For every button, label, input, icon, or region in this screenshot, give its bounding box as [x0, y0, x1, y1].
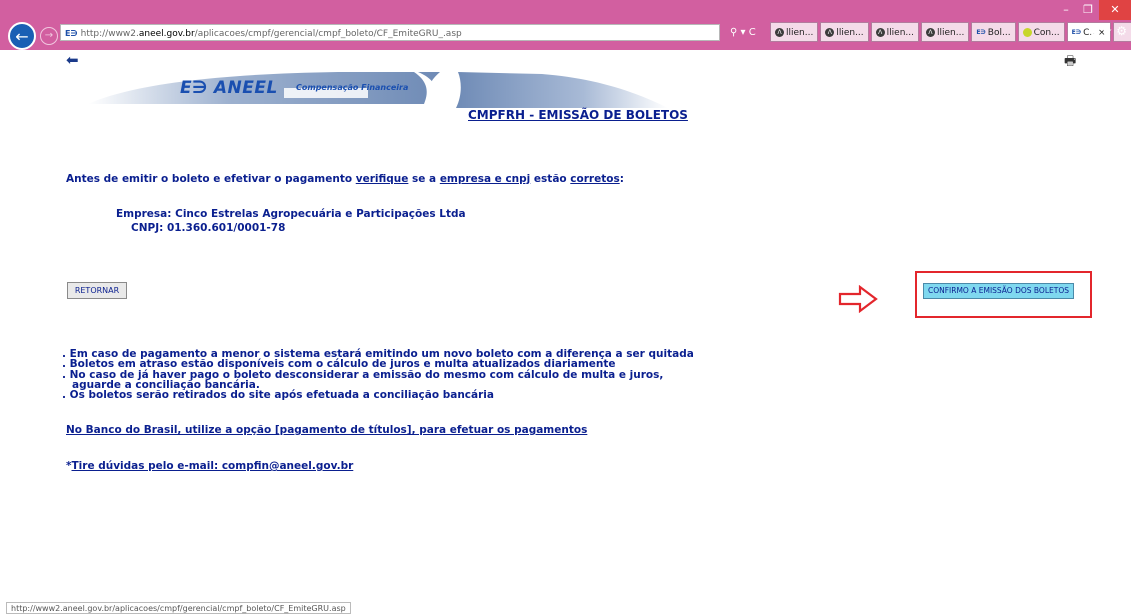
note-item: . Os boletos serão retirados do site apó… [62, 389, 494, 402]
logo-banner-tail [456, 72, 668, 108]
empresa-cnpj-link[interactable]: empresa e cnpj [440, 173, 530, 185]
page-back-arrow-icon[interactable]: ⬅ [66, 51, 79, 69]
logo-brand: ANEEL [213, 78, 278, 98]
window-controls: – ❐ ✕ [1055, 0, 1131, 20]
aneel-icon: E∋ [1071, 29, 1082, 36]
browser-toolbar: ← → E∋ http://www2.aneel.gov.br/aplicacoe… [0, 22, 1131, 50]
lien-icon: Λ [875, 28, 885, 37]
tab-label: llien... [886, 28, 914, 38]
logo-subtitle: Compensação Financeira [296, 83, 409, 92]
tab-label: llien... [936, 28, 965, 38]
back-button[interactable]: ← [8, 22, 36, 50]
tab-strip: Λllien... Λllien... Λllien... Λllien... … [770, 22, 1131, 42]
browser-right-tools: ⌂ ★ ⚙ [1090, 24, 1127, 38]
print-icon[interactable]: 🖶 [1064, 52, 1076, 74]
status-bar: http://www2.aneel.gov.br/aplicacoes/cmpf… [6, 602, 351, 614]
confirm-emission-button[interactable]: CONFIRMO A EMISSÃO DOS BOLETOS [923, 283, 1074, 299]
arrow-right-annotation-icon [838, 285, 878, 313]
retornar-button[interactable]: RETORNAR [67, 282, 127, 299]
address-bar[interactable]: E∋ http://www2.aneel.gov.br/aplicacoes/cm… [60, 24, 720, 41]
verifique-link[interactable]: verifique [356, 173, 409, 185]
address-host: aneel.gov.br [138, 29, 195, 39]
notes-list: . Em caso de pagamento a menor o sistema… [62, 349, 694, 402]
page-title: CMPFRH - EMISSÃO DE BOLETOS [468, 108, 688, 122]
tab-label: llien... [786, 28, 814, 38]
tab-label: Bol... [987, 28, 1011, 38]
tab-lien-1[interactable]: Λllien... [770, 22, 819, 42]
site-favicon-icon: E∋ [65, 29, 78, 38]
tab-boletos[interactable]: E∋ Bol... [971, 22, 1016, 42]
aneel-logo: E∋ ANEEL [180, 78, 278, 98]
search-refresh-controls[interactable]: ⚲ ▾ C [730, 24, 756, 41]
address-path: /aplicacoes/cmpf/gerencial/cmpf_boleto/C… [194, 29, 462, 39]
tab-label: llien... [836, 28, 864, 38]
tab-con[interactable]: Con... [1017, 22, 1065, 42]
lien-icon: Λ [925, 28, 935, 37]
con-icon [1022, 28, 1032, 37]
address-prefix: http://www2. [80, 29, 139, 39]
company-field: Empresa: Cinco Estrelas Agropecuária e P… [116, 208, 466, 220]
arrow-right-icon: → [44, 30, 54, 41]
tab-lien-4[interactable]: Λllien... [920, 22, 970, 42]
page-content: ⬅ 🖶 E∋ ANEEL Compensação Financeira CMPFR… [0, 50, 1131, 600]
aneel-mark-icon: E∋ [180, 78, 208, 98]
tab-label: Con... [1033, 28, 1060, 38]
arrow-left-icon: ← [15, 27, 29, 46]
cnpj-field: CNPJ: 01.360.601/0001-78 [131, 222, 286, 234]
lien-icon: Λ [825, 28, 835, 37]
aneel-icon: E∋ [976, 29, 986, 36]
minimize-button[interactable]: – [1055, 0, 1077, 20]
star-icon[interactable]: ★ [1102, 24, 1113, 38]
corretos-link[interactable]: corretos [570, 173, 619, 185]
email-link[interactable]: Tire dúvidas pelo e-mail: compfin@aneel.… [72, 460, 354, 472]
gear-icon[interactable]: ⚙ [1116, 24, 1127, 38]
tab-lien-3[interactable]: Λllien... [870, 22, 919, 42]
close-window-button[interactable]: ✕ [1099, 0, 1131, 20]
forward-button[interactable]: → [40, 27, 58, 45]
banco-brasil-link[interactable]: No Banco do Brasil, utilize a opção [pag… [66, 424, 587, 436]
email-line: *Tire dúvidas pelo e-mail: compfin@aneel… [66, 460, 353, 472]
tab-lien-2[interactable]: Λllien... [820, 22, 869, 42]
intro-text: Antes de emitir o boleto e efetivar o pa… [66, 173, 624, 185]
home-icon[interactable]: ⌂ [1090, 24, 1098, 38]
lien-icon: Λ [775, 28, 784, 37]
restore-button[interactable]: ❐ [1077, 0, 1099, 20]
